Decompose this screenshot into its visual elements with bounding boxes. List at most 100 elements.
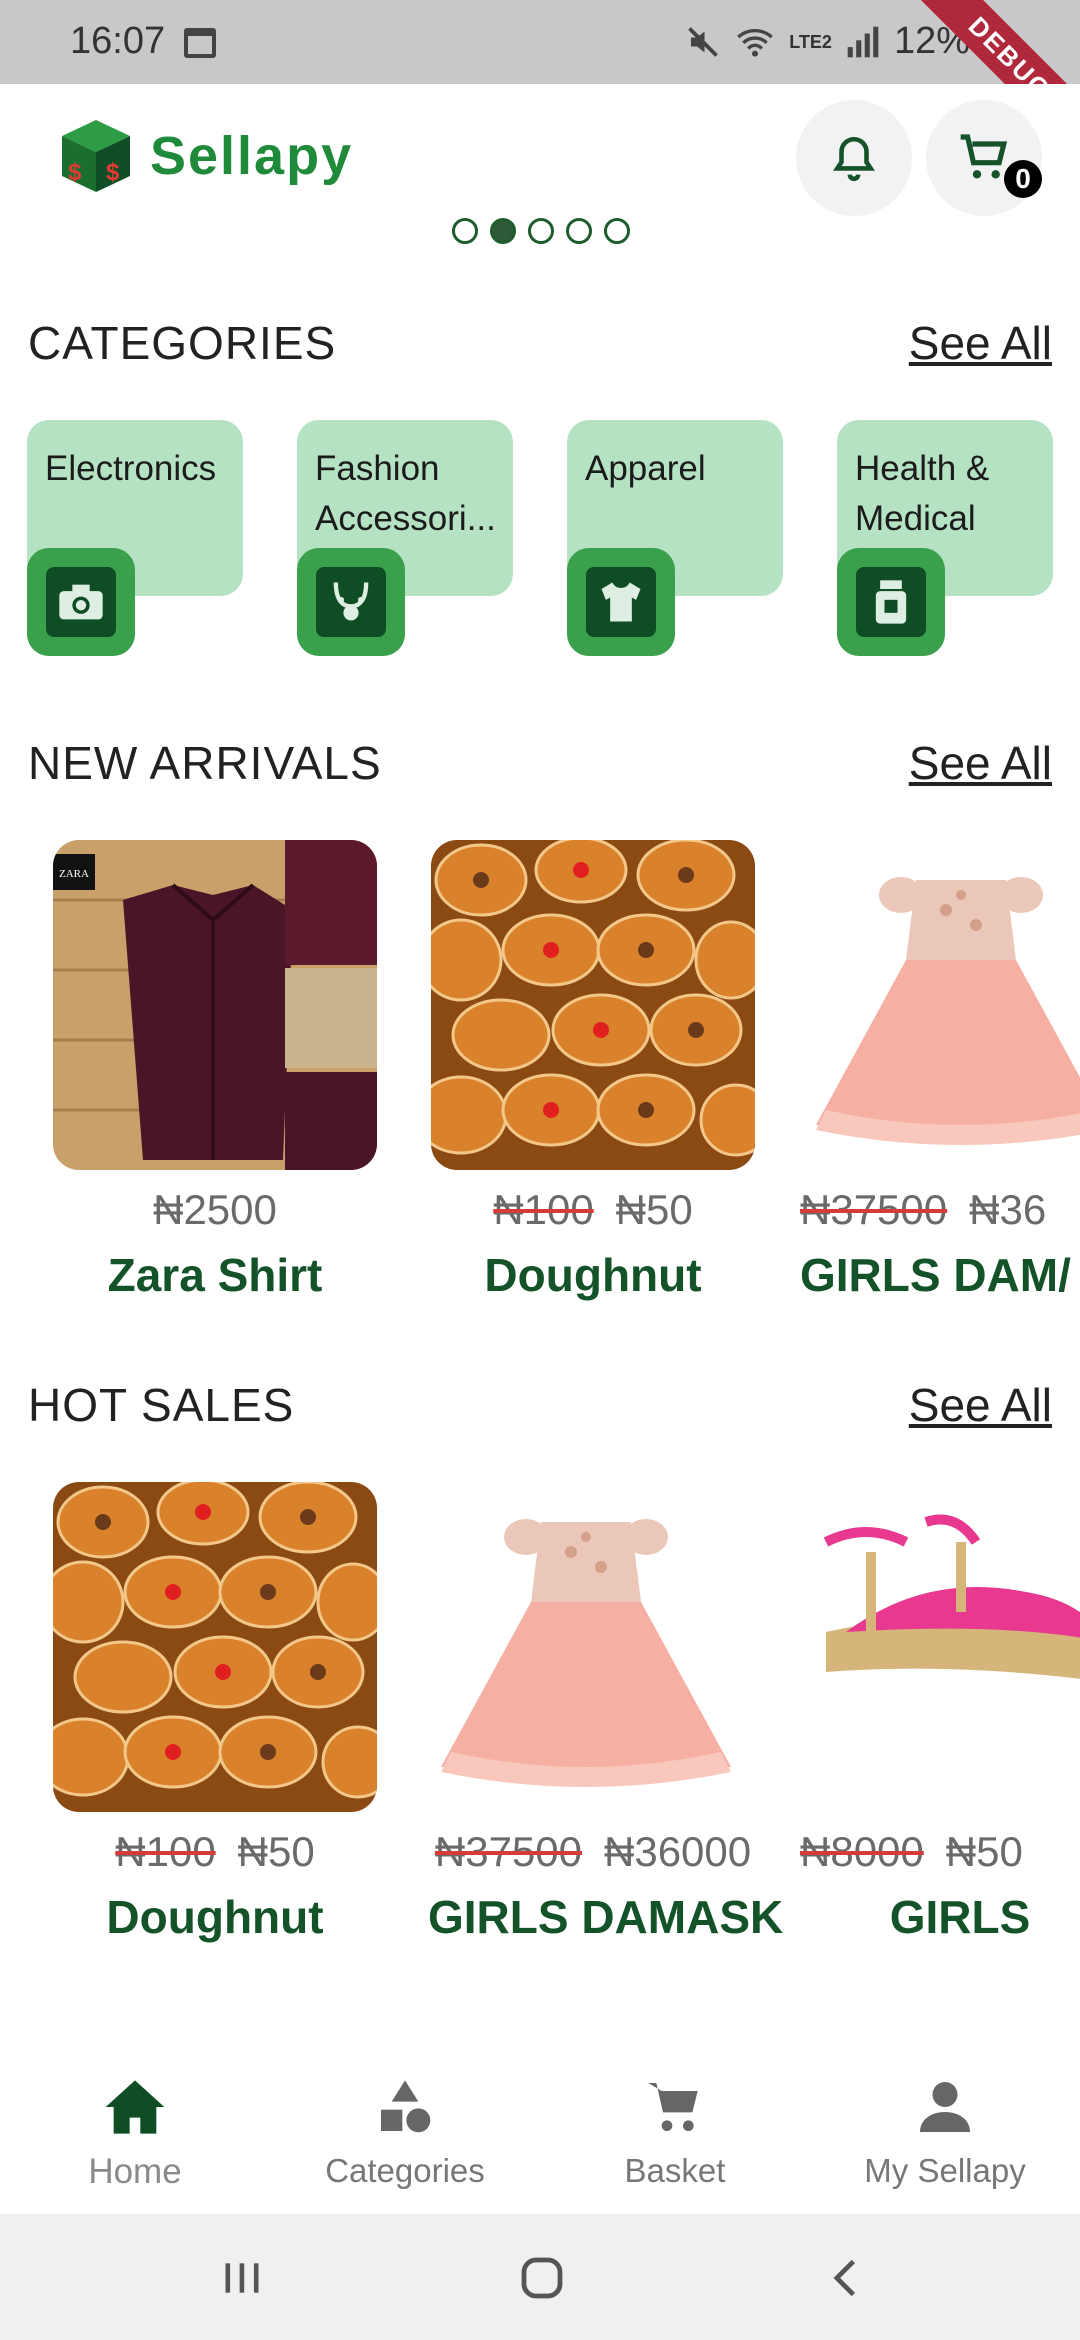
svg-text:ZARA: ZARA [59, 868, 89, 880]
category-health-medical[interactable]: Health & Medical [837, 420, 1053, 660]
category-icon-tile [297, 548, 405, 656]
old-price: ₦37500 [434, 1828, 582, 1875]
signal-icon [847, 26, 879, 57]
category-fashion-accessories[interactable]: Fashion Accessori... [297, 420, 513, 660]
product-image-shirt: ZARA [53, 840, 377, 1170]
system-nav-bar [0, 2214, 1080, 2340]
nav-label: Categories [325, 2152, 485, 2189]
shirt-icon [601, 582, 641, 622]
price-row: ₦37500 ₦36000 [428, 1828, 758, 1876]
category-label: Apparel [585, 449, 706, 488]
category-electronics[interactable]: Electronics [27, 420, 243, 660]
back-button[interactable] [816, 2250, 876, 2306]
logo-box-icon: $ $ [62, 120, 130, 192]
carousel-dot[interactable] [604, 218, 630, 244]
status-icons: LTE2 12% [685, 20, 970, 63]
product-card-girls-damask[interactable]: ₦37500 ₦36000 GIRLS DAMASK [428, 1482, 784, 1944]
carousel-dot-active[interactable] [490, 218, 516, 244]
app-header: $ $ Sellapy 0 [0, 84, 1080, 224]
cart-count-badge: 0 [1004, 160, 1042, 198]
new-arrivals-see-all-link[interactable]: See All [909, 736, 1052, 790]
home-square-icon [521, 2257, 563, 2299]
price: ₦36 [969, 1186, 1047, 1233]
svg-text:$: $ [68, 159, 82, 186]
old-price: ₦8000 [800, 1828, 924, 1875]
price: ₦50 [237, 1828, 315, 1875]
recent-apps-icon [225, 2263, 259, 2293]
status-bar: 16:07 LTE2 12% DEBUG [0, 0, 1080, 166]
price-row: ₦100 ₦50 [50, 1828, 380, 1876]
old-price: ₦37500 [800, 1186, 948, 1233]
price-row: ₦2500 [50, 1186, 380, 1234]
price: ₦50 [615, 1186, 693, 1233]
carousel-dot[interactable] [452, 218, 478, 244]
category-apparel[interactable]: Apparel [567, 420, 783, 660]
categories-see-all-link[interactable]: See All [909, 316, 1052, 370]
nav-item-categories[interactable]: Categories [270, 2074, 540, 2190]
product-name: GIRLS [889, 1891, 1031, 1943]
old-price: ₦100 [493, 1186, 594, 1233]
carousel-dot[interactable] [566, 218, 592, 244]
svg-text:$: $ [106, 159, 120, 186]
price-row: ₦8000 ₦50 [800, 1828, 1080, 1876]
nav-label: Basket [624, 2152, 726, 2189]
cart-icon [648, 2083, 698, 2131]
bottom-nav: Home Categories Basket My Sellapy [0, 2050, 1080, 2214]
screen: 16:07 LTE2 12% DEBUG $ $ Sellapy 0 CATEG… [0, 0, 1080, 2340]
network-label: LTE2 [789, 31, 832, 52]
product-image-pink-dress [806, 840, 1080, 1170]
price: ₦50 [945, 1828, 1023, 1875]
product-name: Doughnut [106, 1891, 324, 1943]
product-image-pink-sandals [806, 1482, 1080, 1812]
home-icon [105, 2080, 165, 2134]
category-icon-tile [567, 548, 675, 656]
shapes-icon [381, 2080, 431, 2133]
nav-item-home[interactable]: Home [0, 2074, 270, 2192]
category-icon-tile [27, 548, 135, 656]
product-image-doughnuts [431, 840, 755, 1170]
carousel-dots [452, 218, 630, 244]
product-card-zara-shirt[interactable]: ZARA ₦2500 Zara Shirt [50, 840, 380, 1302]
product-name: GIRLS DAMASK [428, 1891, 784, 1943]
category-icon-tile [837, 548, 945, 656]
bell-icon [833, 136, 875, 182]
categories-title: CATEGORIES [28, 317, 337, 369]
nav-item-my-sellapy[interactable]: My Sellapy [810, 2074, 1080, 2190]
product-card-girls-damask[interactable]: ₦37500 ₦36 GIRLS DAM/ [800, 840, 1080, 1302]
chevron-left-icon [833, 2259, 856, 2297]
necklace-icon [333, 582, 369, 621]
carousel-dot[interactable] [528, 218, 554, 244]
old-price: ₦100 [115, 1828, 216, 1875]
product-card-doughnut[interactable]: ₦100 ₦50 Doughnut [50, 1482, 380, 1944]
nav-label: Home [88, 2152, 182, 2191]
price: ₦36000 [604, 1828, 752, 1875]
brand-name: Sellapy [150, 126, 354, 186]
price-row: ₦37500 ₦36 [800, 1186, 1080, 1234]
person-icon [920, 2082, 970, 2132]
nav-item-basket[interactable]: Basket [540, 2074, 810, 2190]
home-system-button[interactable] [512, 2250, 572, 2306]
notifications-button[interactable] [796, 100, 912, 216]
recent-apps-button[interactable] [212, 2250, 272, 2306]
price-row: ₦100 ₦50 [428, 1186, 758, 1234]
price: ₦2500 [153, 1186, 277, 1233]
new-arrivals-title: NEW ARRIVALS [28, 737, 382, 789]
product-card-girls-sandals[interactable]: ₦8000 ₦50 GIRLS [800, 1482, 1080, 1944]
cart-button[interactable]: 0 [926, 100, 1042, 216]
product-name: Doughnut [484, 1249, 702, 1301]
hot-sales-title: HOT SALES [28, 1379, 295, 1431]
calendar-icon [184, 28, 216, 58]
status-time: 16:07 [70, 20, 166, 62]
category-label: Health & Medical [855, 449, 990, 538]
brand-logo[interactable]: $ $ Sellapy [56, 116, 353, 196]
mute-icon [688, 26, 719, 57]
product-name: Zara Shirt [107, 1249, 323, 1301]
category-label: Electronics [45, 449, 217, 488]
product-image-doughnuts [53, 1482, 377, 1812]
hot-sales-see-all-link[interactable]: See All [909, 1378, 1052, 1432]
nav-label: My Sellapy [864, 2152, 1026, 2189]
product-card-doughnut[interactable]: ₦100 ₦50 Doughnut [428, 840, 758, 1302]
camera-icon [59, 584, 103, 620]
wifi-icon [737, 28, 774, 57]
product-image-pink-dress [431, 1482, 755, 1812]
